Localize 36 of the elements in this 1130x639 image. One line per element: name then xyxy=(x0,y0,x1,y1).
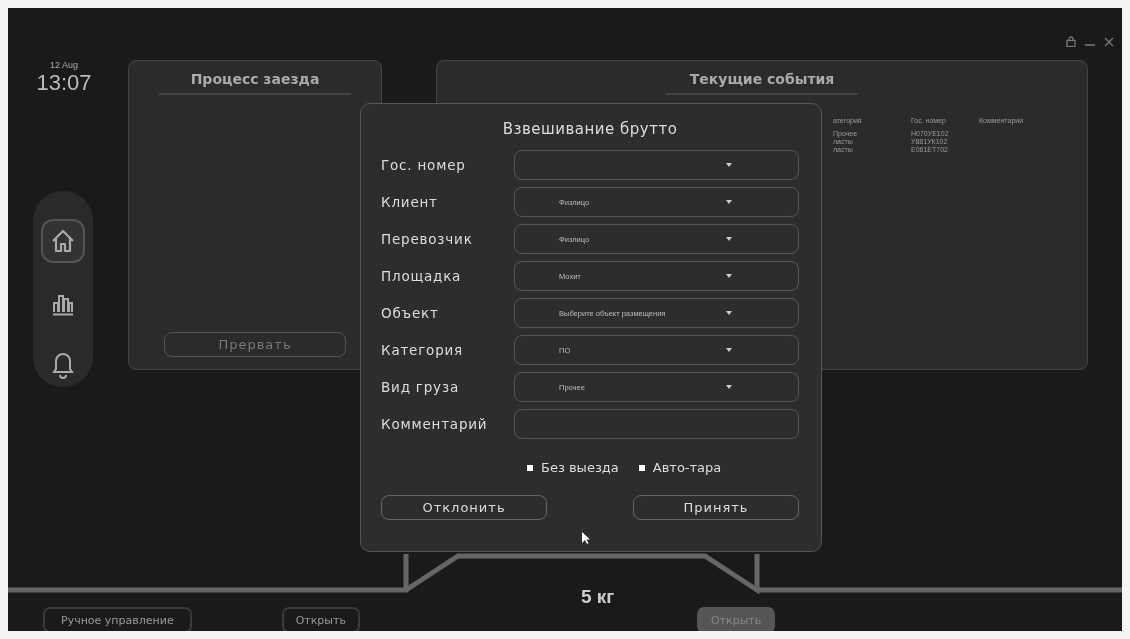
manual-control-button[interactable]: Ручное управление xyxy=(43,607,192,631)
field-label: Перевозчик xyxy=(381,231,474,247)
checkbox[interactable] xyxy=(527,464,533,471)
close-icon[interactable] xyxy=(1104,36,1114,47)
bell-icon xyxy=(51,351,75,379)
field-label: Комментарий xyxy=(381,416,489,432)
caret-icon xyxy=(726,237,732,241)
dialog-title: Взвешивание брутто xyxy=(501,120,679,138)
open-button[interactable]: Открыть xyxy=(281,607,360,631)
field-label: Гос. номер xyxy=(381,157,467,173)
cursor-icon xyxy=(582,532,590,544)
field-label: Категория xyxy=(381,342,465,358)
caret-icon xyxy=(726,385,732,389)
weight-reading: 5 кг xyxy=(581,586,615,608)
panel-title: Текущие события xyxy=(666,71,858,95)
checkbox[interactable] xyxy=(638,464,645,471)
date-label: 12 Aug xyxy=(50,60,78,70)
comment-input[interactable] xyxy=(514,409,799,439)
reject-button[interactable]: Отклонить xyxy=(381,495,547,520)
caret-icon xyxy=(726,311,732,315)
caret-icon xyxy=(726,200,732,204)
accept-button[interactable]: Принять xyxy=(633,495,799,520)
caret-icon xyxy=(726,163,732,167)
caret-icon xyxy=(726,274,732,278)
dropdown-field[interactable] xyxy=(514,150,799,180)
checkbox-label: Без выезда xyxy=(541,460,619,475)
field-label: Клиент xyxy=(381,194,439,210)
home-nav-button[interactable] xyxy=(41,219,85,263)
panel-title: Процесс заезда xyxy=(159,71,351,95)
field-label: Площадка xyxy=(381,268,463,284)
field-label: Объект xyxy=(381,305,440,321)
caret-icon xyxy=(726,348,732,352)
lock-icon[interactable] xyxy=(1066,36,1076,47)
clock-time: 13:07 xyxy=(36,70,92,96)
field-label: Вид груза xyxy=(381,379,460,395)
checkbox-label: Авто-тара xyxy=(652,460,722,475)
